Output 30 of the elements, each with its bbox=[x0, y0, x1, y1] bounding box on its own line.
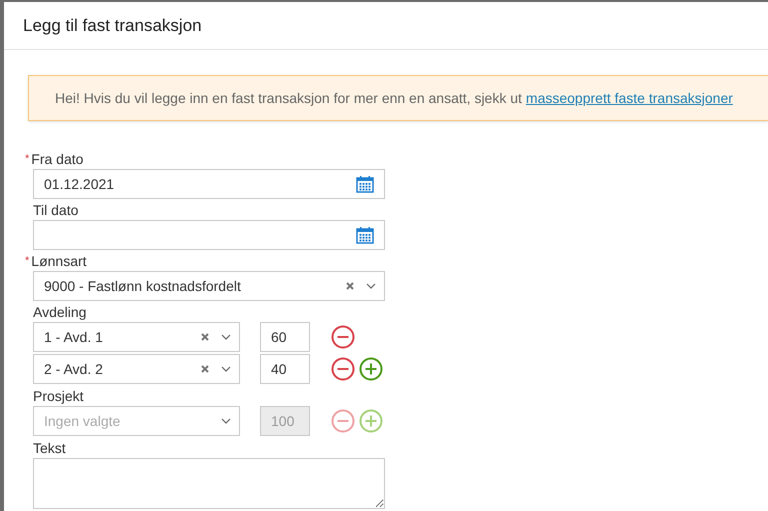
notice-text: Hei! Hvis du vil legge inn en fast transaksjon for mer enn en ansatt, sjekk ut bbox=[55, 88, 522, 108]
field-label: Til dato bbox=[33, 201, 78, 220]
required-mark: * bbox=[25, 254, 30, 269]
clear-icon[interactable] bbox=[201, 365, 209, 373]
field-label: Prosjekt bbox=[33, 387, 84, 406]
amount-field[interactable]: 60 bbox=[260, 322, 310, 352]
field-label: Tekst bbox=[33, 439, 66, 458]
minus-icon[interactable] bbox=[331, 357, 355, 381]
mass-create-link[interactable]: masseopprett faste transaksjoner bbox=[526, 88, 733, 108]
field-label: Lønnsart bbox=[31, 252, 87, 271]
date-field[interactable] bbox=[33, 220, 385, 250]
amount-field[interactable]: 40 bbox=[260, 354, 310, 384]
plus-icon[interactable] bbox=[359, 357, 383, 381]
wage-type-select[interactable]: 9000 - Fastlønn kostnadsfordelt bbox=[33, 271, 385, 301]
clear-icon[interactable] bbox=[346, 282, 354, 290]
field-label: Fra dato bbox=[31, 150, 84, 169]
dialog-title: Legg til fast transaksjon bbox=[23, 14, 202, 37]
chevron-down-icon bbox=[221, 366, 231, 372]
chevron-down-icon bbox=[366, 283, 376, 289]
chevron-down-icon bbox=[221, 334, 231, 340]
clear-icon[interactable] bbox=[201, 333, 209, 341]
required-mark: * bbox=[25, 152, 30, 167]
calendar-icon[interactable] bbox=[356, 175, 374, 193]
allocation-select[interactable]: 1 - Avd. 1 bbox=[33, 322, 240, 352]
allocation-select[interactable]: 2 - Avd. 2 bbox=[33, 354, 240, 384]
minus-icon[interactable] bbox=[331, 325, 355, 349]
field-label: Avdeling bbox=[33, 303, 86, 322]
date-field[interactable]: 01.12.2021 bbox=[33, 169, 385, 199]
chevron-down-icon bbox=[221, 418, 231, 424]
calendar-icon[interactable] bbox=[356, 226, 374, 244]
